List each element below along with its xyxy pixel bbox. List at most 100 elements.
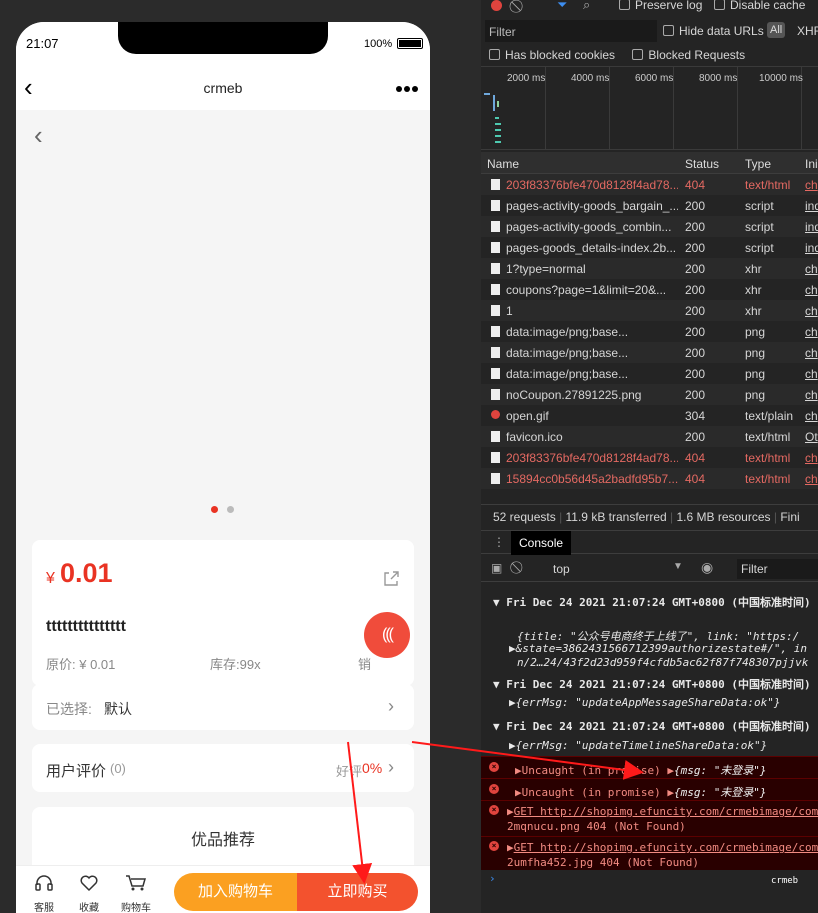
console-output: ▼ Fri Dec 24 2021 21:07:24 GMT+0800 (中国标… (481, 584, 818, 886)
table-row[interactable]: open.gif 304 text/plain ch (481, 405, 818, 426)
cell-status: 404 (685, 178, 706, 192)
cell-status: 200 (685, 325, 706, 339)
gallery-back-icon[interactable]: ‹ (34, 122, 43, 148)
cell-type: xhr (745, 283, 762, 297)
nav-title: crmeb (203, 80, 243, 96)
console-prompt[interactable]: › (489, 872, 818, 885)
error-icon: × (489, 805, 499, 815)
table-row[interactable]: noCoupon.27891225.png 200 png ch (481, 384, 818, 405)
network-filter-input[interactable]: Filter (485, 20, 657, 42)
review-row[interactable]: 用户评价 (0) 好评 0% › (32, 744, 414, 792)
network-timeline[interactable]: 2000 ms 4000 ms 6000 ms 8000 ms 10000 ms (481, 66, 818, 150)
add-to-cart-button[interactable]: 加入购物车 (174, 873, 297, 911)
filter-funnel-icon[interactable]: ⏷ (557, 0, 567, 13)
buy-now-button[interactable]: 立即购买 (297, 873, 418, 911)
col-status[interactable]: Status (685, 157, 719, 171)
record-icon[interactable] (491, 0, 502, 11)
cell-name: pages-activity-goods_bargain_... (506, 199, 678, 213)
table-row[interactable]: 203f83376bfe470d8128f4ad78... 404 text/htm… (481, 447, 818, 468)
cell-initiator: ch (805, 346, 818, 360)
table-row[interactable]: data:image/png;base... 200 png ch (481, 321, 818, 342)
battery-icon (397, 38, 423, 49)
blocked-requests-checkbox[interactable]: Blocked Requests (632, 48, 745, 62)
cell-initiator: ch (805, 367, 818, 381)
tab-favorite[interactable]: 收藏 (69, 874, 109, 913)
table-row[interactable]: pages-goods_details-index.2b... 200 script… (481, 237, 818, 258)
preserve-log-checkbox[interactable]: Preserve log (619, 0, 702, 12)
console-object[interactable]: ▶{errMsg: "updateAppMessageShareData:ok"… (509, 696, 818, 709)
product-image-gallery[interactable]: ‹ (16, 110, 430, 542)
table-row[interactable]: pages-activity-goods_bargain_... 200 scrip… (481, 195, 818, 216)
battery-percent: 100% (364, 38, 393, 50)
table-row[interactable]: 1 200 xhr ch (481, 300, 818, 321)
cell-type: text/html (745, 451, 791, 465)
drawer-menu-icon[interactable]: ⋮ (493, 535, 505, 549)
cell-initiator: ch (805, 283, 818, 297)
tab-customer-service[interactable]: 客服 (24, 874, 64, 913)
table-row[interactable]: data:image/png;base... 200 png ch (481, 342, 818, 363)
table-row[interactable]: pages-activity-goods_combin... 200 script i… (481, 216, 818, 237)
cell-name: pages-goods_details-index.2b... (506, 241, 677, 255)
table-row[interactable]: 203f83376bfe470d8128f4ad78... 404 text/htm… (481, 174, 818, 195)
price-card: ¥ 0.01 ttttttttttttttt 原价: ¥ 0.01 库存:99x… (32, 540, 414, 686)
good-rate-label: 好评 (336, 764, 363, 779)
table-row[interactable]: favicon.ico 200 text/html Ot (481, 426, 818, 447)
console-error[interactable]: × ▶GET http://shopimg.efuncity.com/crmeb… (481, 800, 818, 836)
disable-cache-checkbox[interactable]: Disable cache (714, 0, 805, 12)
timeline-tick: 4000 ms (571, 73, 610, 84)
file-icon (491, 473, 500, 484)
table-row[interactable]: data:image/png;base... 200 png ch (481, 363, 818, 384)
col-initiator[interactable]: Ini (805, 157, 818, 171)
console-error[interactable]: × ▶GET http://shopimg.efuncity.com/crmeb… (481, 836, 818, 870)
table-row[interactable]: 1?type=normal 200 xhr ch (481, 258, 818, 279)
table-row[interactable]: coupons?page=1&limit=20&... 200 xhr ch (481, 279, 818, 300)
share-icon[interactable] (382, 570, 400, 588)
search-icon[interactable]: ⌕ (583, 0, 590, 13)
console-object[interactable]: ▶{errMsg: "updateTimelineShareData:ok"} (509, 739, 818, 752)
file-icon (491, 452, 500, 463)
cell-type: xhr (745, 304, 762, 318)
timeline-tick: 8000 ms (699, 73, 738, 84)
spec-selector[interactable]: 已选择: 默认 › (32, 684, 414, 730)
cell-initiator: Ot (805, 430, 818, 444)
hide-data-urls-checkbox[interactable]: Hide data URLs (663, 24, 764, 38)
col-type[interactable]: Type (745, 157, 771, 171)
eye-icon[interactable]: ◉ (701, 559, 713, 576)
floating-action-icon[interactable]: ((( (364, 612, 410, 658)
blocked-cookies-checkbox[interactable]: Has blocked cookies (489, 48, 615, 62)
console-error[interactable]: × ▶Uncaught (in promise) ▶{msg: "未登录"} (481, 756, 818, 778)
devtools-panel: ⃠ ⏷ ⌕ Preserve log Disable cache Filter … (481, 0, 818, 913)
file-icon (491, 263, 500, 274)
tab-label: 客服 (34, 903, 54, 913)
good-rate-value: 0% (362, 760, 383, 776)
cell-type: text/plain (745, 409, 794, 423)
spec-label: 已选择: (46, 701, 92, 717)
console-filter-input[interactable]: Filter (737, 559, 818, 579)
sidebar-toggle-icon[interactable]: ▣ (491, 561, 502, 575)
col-name[interactable]: Name (487, 157, 519, 171)
console-group[interactable]: ▼ Fri Dec 24 2021 21:07:24 GMT+0800 (中国标… (493, 594, 818, 610)
tab-label: 收藏 (79, 903, 99, 913)
cell-name: data:image/png;base... (506, 367, 629, 381)
filter-all-button[interactable]: All (767, 22, 786, 38)
filter-xhr-button[interactable]: XHR (797, 24, 818, 38)
bottom-action-bar: 客服 收藏 购物车 加入购物车 立即购买 (16, 865, 430, 913)
cell-name: favicon.ico (506, 430, 563, 444)
console-group[interactable]: ▼ Fri Dec 24 2021 21:07:24 GMT+0800 (中国标… (493, 676, 818, 692)
cell-type: text/html (745, 472, 791, 486)
cell-status: 200 (685, 262, 706, 276)
context-select[interactable]: top (553, 562, 570, 576)
cell-status: 200 (685, 220, 706, 234)
more-menu-icon[interactable] (396, 86, 420, 92)
cell-name: 203f83376bfe470d8128f4ad78... (506, 178, 678, 192)
console-error[interactable]: × ▶Uncaught (in promise) ▶{msg: "未登录"} (481, 778, 818, 800)
table-row[interactable]: 15894cc0b56d45a2badfd95b7... 404 text/html… (481, 468, 818, 489)
request-table: Name Status Type Ini 203f83376bfe470d812… (481, 152, 818, 489)
cell-initiator: ch (805, 262, 818, 276)
console-group[interactable]: ▼ Fri Dec 24 2021 21:07:24 GMT+0800 (中国标… (493, 718, 818, 734)
cell-type: text/html (745, 430, 791, 444)
cell-status: 304 (685, 409, 706, 423)
tab-console[interactable]: Console (511, 531, 572, 555)
file-icon (491, 305, 500, 316)
tab-cart[interactable]: 购物车 (116, 874, 156, 913)
